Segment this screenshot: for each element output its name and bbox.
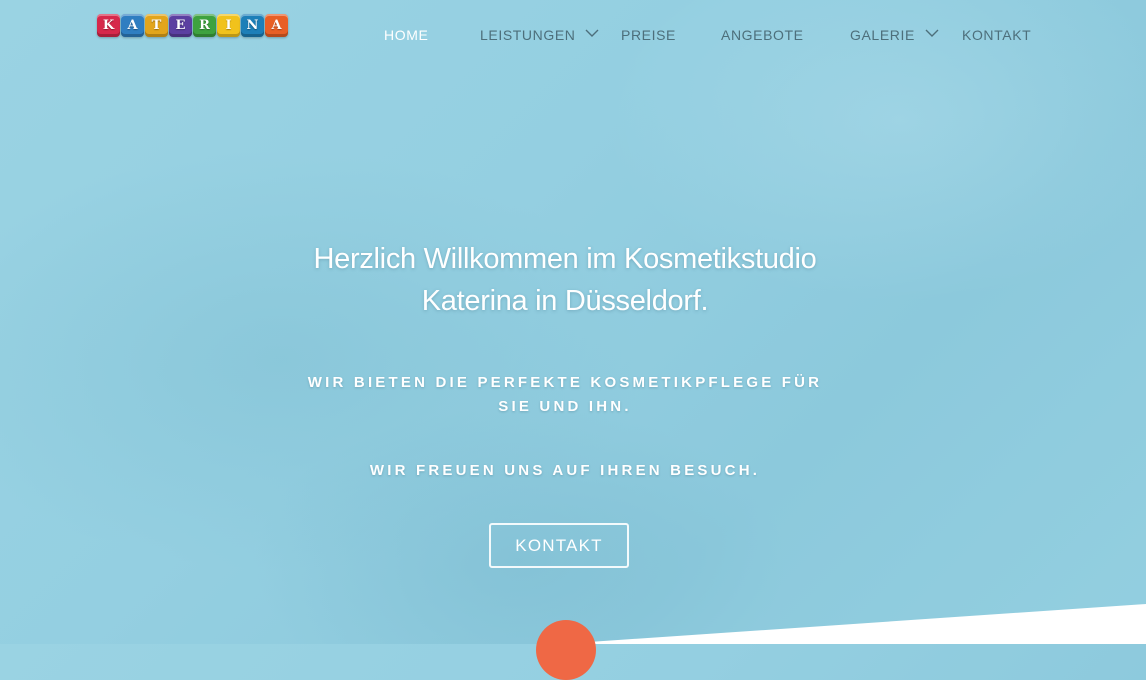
hero-title: Herzlich Willkommen im Kosmetikstudio Ka… — [255, 238, 875, 322]
nav-item-label: KONTAKT — [962, 27, 1032, 43]
chevron-down-icon[interactable] — [925, 26, 939, 40]
nav-item-label: LEISTUNGEN — [480, 27, 576, 43]
nav-item-galerie[interactable]: GALERIE — [850, 27, 939, 43]
hero-subtitle-line: SIE UND IHN. — [498, 398, 632, 415]
scroll-down-button[interactable] — [536, 620, 596, 680]
nav-item-label: GALERIE — [850, 27, 915, 43]
nav-item-preise[interactable]: PREISE — [621, 27, 676, 43]
hero-title-line: Herzlich Willkommen im Kosmetikstudio — [313, 243, 817, 275]
nav-item-kontakt[interactable]: KONTAKT — [962, 27, 1031, 43]
hero-tagline: WIR FREUEN UNS AUF IHREN BESUCH. — [369, 462, 761, 479]
nav-item-home[interactable]: HOME — [384, 27, 428, 43]
nav-item-label: ANGEBOTE — [721, 27, 804, 43]
kontakt-button[interactable]: KONTAKT — [489, 523, 629, 568]
hero-title-line: Katerina in Düsseldorf. — [421, 285, 709, 317]
nav-item-label: PREISE — [621, 27, 676, 43]
hero-subtitle: WIR BIETEN DIE PERFEKTE KOSMETIKPFLEGE F… — [265, 371, 865, 419]
nav-item-label: HOME — [384, 27, 429, 43]
nav-item-angebote[interactable]: ANGEBOTE — [721, 27, 804, 43]
site-header: K A T E R I N A HOME LEISTUNGEN PREISE A… — [0, 0, 1146, 72]
main-navigation: HOME LEISTUNGEN PREISE ANGEBOTE GALERIE … — [0, 0, 1146, 72]
nav-item-leistungen[interactable]: LEISTUNGEN — [480, 27, 599, 43]
hero-subtitle-line: WIR BIETEN DIE PERFEKTE KOSMETIKPFLEGE F… — [307, 374, 823, 391]
chevron-down-icon[interactable] — [585, 26, 599, 40]
